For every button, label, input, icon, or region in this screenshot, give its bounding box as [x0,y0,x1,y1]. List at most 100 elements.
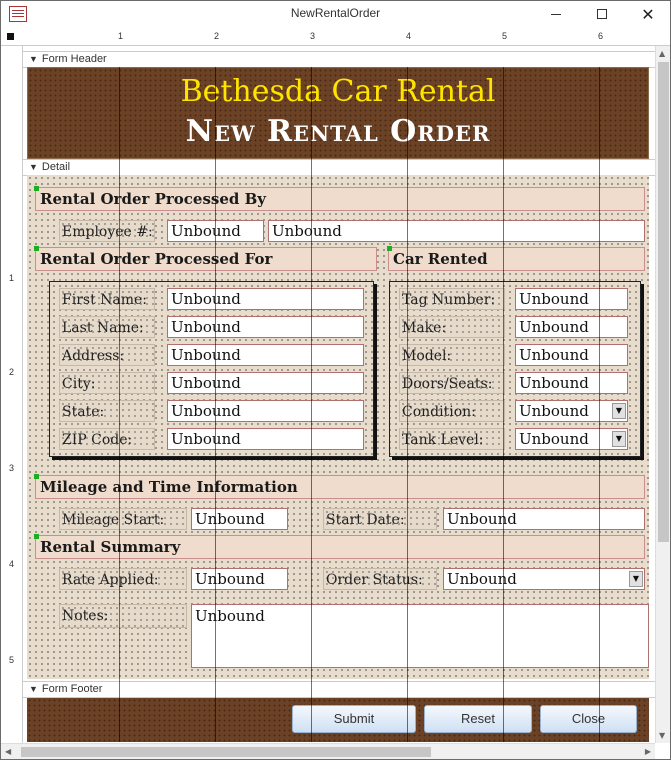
condition-label[interactable]: Condition: [399,400,505,422]
grid-line [311,67,312,742]
form-footer: Submit Reset Close [27,698,649,742]
tank-level-combo[interactable]: Unbound ▼ [515,428,628,450]
zip-code-label[interactable]: ZIP Code: [59,428,155,450]
last-name-field[interactable]: Unbound [167,316,364,338]
access-form-window: NewRentalOrder ✕ 1 2 3 4 5 6 1 2 3 4 5 ▼… [0,0,671,760]
grid-line [215,67,216,742]
ruler-label: 4 [406,31,412,41]
rental-summary-band[interactable]: Rental Summary [34,534,645,559]
tank-level-label[interactable]: Tank Level: [399,428,505,450]
model-field[interactable]: Unbound [515,344,628,366]
section-label: Detail [41,161,71,173]
band-label: Rental Order Processed For [40,250,273,268]
dropdown-arrow-icon[interactable]: ▼ [612,403,626,419]
detail-section: Rental Order Processed By Employee #: Un… [27,175,649,679]
close-window-button[interactable]: ✕ [625,1,671,28]
band-label: Mileage and Time Information [40,478,298,496]
tag-number-field[interactable]: Unbound [515,288,628,310]
mileage-start-label[interactable]: Mileage Start: [59,508,187,530]
order-status-value: Unbound [447,570,517,588]
vertical-scroll-thumb[interactable] [658,62,669,542]
company-name[interactable]: Bethesda Car Rental [28,74,648,109]
grid-line [119,67,120,742]
zip-code-field[interactable]: Unbound [167,428,364,450]
title-bar: NewRentalOrder ✕ [1,1,670,28]
ruler-label: 3 [9,463,15,473]
ruler-label: 5 [502,31,508,41]
reset-button[interactable]: Reset [424,705,532,733]
horizontal-scroll-thumb[interactable] [21,747,431,757]
employee-name-field[interactable]: Unbound [268,220,645,242]
form-footer-section-bar[interactable]: ▼ Form Footer [23,681,655,698]
form-header-section-bar[interactable]: ▼ Form Header [23,51,655,68]
model-label[interactable]: Model: [399,344,505,366]
make-label[interactable]: Make: [399,316,505,338]
scroll-left-icon[interactable]: ◀ [5,747,11,756]
ruler-label: 3 [310,31,316,41]
scroll-up-icon[interactable]: ▲ [659,49,665,58]
mileage-band[interactable]: Mileage and Time Information [34,474,645,499]
order-status-label[interactable]: Order Status: [323,568,437,590]
section-collapse-icon: ▼ [29,162,38,172]
ruler-label: 5 [9,655,15,665]
section-label: Form Header [41,53,107,65]
rate-applied-field[interactable]: Unbound [191,568,288,590]
scroll-down-icon[interactable]: ▼ [659,731,665,740]
section-label: Form Footer [41,683,103,695]
grid-line [503,67,504,742]
form-title[interactable]: New Rental Order [28,114,648,149]
last-name-label[interactable]: Last Name: [59,316,155,338]
horizontal-scrollbar[interactable]: ◀ ▶ [1,743,655,759]
car-rented-band[interactable]: Car Rented [387,246,645,271]
grid-line [407,67,408,742]
selection-mark [34,246,39,251]
ruler-label: 2 [9,367,15,377]
section-collapse-icon: ▼ [29,54,38,64]
form-header: Bethesda Car Rental New Rental Order [27,67,649,159]
rate-applied-label[interactable]: Rate Applied: [59,568,187,590]
selection-mark [34,474,39,479]
start-date-label[interactable]: Start Date: [323,508,437,530]
vertical-scrollbar[interactable]: ▲ ▼ [655,46,670,743]
doors-seats-label[interactable]: Doors/Seats: [399,372,505,394]
band-label: Rental Summary [40,538,181,556]
make-field[interactable]: Unbound [515,316,628,338]
maximize-button[interactable] [579,1,625,28]
close-button[interactable]: Close [540,705,637,733]
city-field[interactable]: Unbound [167,372,364,394]
first-name-label[interactable]: First Name: [59,288,155,310]
doors-seats-field[interactable]: Unbound [515,372,628,394]
minimize-button[interactable] [533,1,579,28]
ruler-label: 4 [9,559,15,569]
tag-number-label[interactable]: Tag Number: [399,288,505,310]
processed-by-band[interactable]: Rental Order Processed By [34,186,645,211]
horizontal-ruler: 1 2 3 4 5 6 [1,28,670,46]
first-name-field[interactable]: Unbound [167,288,364,310]
processed-for-band[interactable]: Rental Order Processed For [34,246,377,271]
minimize-icon [551,14,561,15]
band-label: Rental Order Processed By [40,190,267,208]
order-status-combo[interactable]: Unbound ▼ [443,568,645,590]
notes-label[interactable]: Notes: [59,604,187,628]
grid-line [599,67,600,742]
address-field[interactable]: Unbound [167,344,364,366]
dropdown-arrow-icon[interactable]: ▼ [629,571,643,587]
city-label[interactable]: City: [59,372,155,394]
condition-combo[interactable]: Unbound ▼ [515,400,628,422]
start-date-field[interactable]: Unbound [443,508,645,530]
maximize-icon [597,9,607,19]
detail-section-bar[interactable]: ▼ Detail [23,159,655,176]
scroll-right-icon[interactable]: ▶ [645,747,651,756]
vertical-ruler: 1 2 3 4 5 [1,46,23,743]
selection-mark [34,186,39,191]
ruler-label: 1 [118,31,124,41]
notes-field[interactable]: Unbound [191,604,649,668]
address-label[interactable]: Address: [59,344,155,366]
selection-mark [387,246,392,251]
mileage-start-field[interactable]: Unbound [191,508,288,530]
dropdown-arrow-icon[interactable]: ▼ [612,431,626,447]
state-label[interactable]: State: [59,400,155,422]
state-field[interactable]: Unbound [167,400,364,422]
ruler-corner[interactable] [7,33,14,40]
employee-number-label[interactable]: Employee #: [59,220,155,242]
